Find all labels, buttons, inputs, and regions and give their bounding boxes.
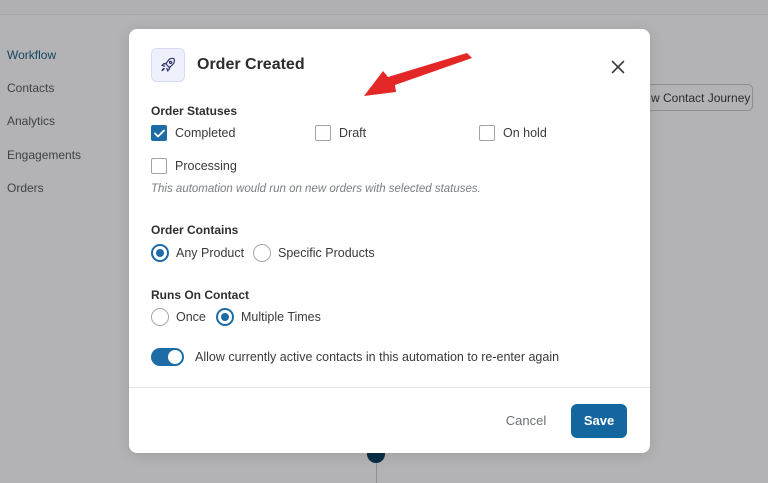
status-draft-checkbox[interactable]: Draft xyxy=(315,125,366,141)
order-contains-label: Order Contains xyxy=(151,223,239,237)
checkbox-box xyxy=(151,158,167,174)
multiple-times-radio[interactable]: Multiple Times xyxy=(216,308,321,326)
status-completed-checkbox[interactable]: Completed xyxy=(151,125,235,141)
once-radio[interactable]: Once xyxy=(151,308,206,326)
checkbox-box xyxy=(479,125,495,141)
checkbox-box xyxy=(315,125,331,141)
order-created-modal: Order Created Order Statuses Completed D… xyxy=(129,29,650,453)
top-bar xyxy=(0,0,768,15)
radio-label: Once xyxy=(176,310,206,324)
sidebar-item-orders[interactable]: Orders xyxy=(7,181,44,195)
radio-dot xyxy=(216,308,234,326)
checkbox-label: On hold xyxy=(503,126,547,140)
specific-products-radio[interactable]: Specific Products xyxy=(253,244,375,262)
order-statuses-hint: This automation would run on new orders … xyxy=(151,183,481,195)
sidebar-item-analytics[interactable]: Analytics xyxy=(7,114,55,128)
order-statuses-label: Order Statuses xyxy=(151,104,238,118)
checkbox-check-icon xyxy=(151,125,167,141)
footer-divider xyxy=(129,387,650,388)
checkbox-label: Completed xyxy=(175,126,236,140)
radio-label: Multiple Times xyxy=(241,310,321,324)
reenter-toggle-label: Allow currently active contacts in this … xyxy=(195,350,560,364)
any-product-radio[interactable]: Any Product xyxy=(151,244,244,262)
status-processing-checkbox[interactable]: Processing xyxy=(151,158,237,174)
checkbox-label: Processing xyxy=(175,159,237,173)
runs-on-contact-label: Runs On Contact xyxy=(151,288,249,302)
cancel-button[interactable]: Cancel xyxy=(493,406,559,436)
radio-dot xyxy=(151,244,169,262)
sidebar-item-workflow[interactable]: Workflow xyxy=(7,48,56,62)
radio-dot xyxy=(253,244,271,262)
checkbox-label: Draft xyxy=(339,126,367,140)
radio-label: Any Product xyxy=(176,246,245,260)
close-icon[interactable] xyxy=(607,56,629,78)
reenter-toggle-row: Allow currently active contacts in this … xyxy=(151,348,559,366)
save-button[interactable]: Save xyxy=(571,404,627,438)
rocket-icon xyxy=(151,48,185,82)
reenter-toggle[interactable] xyxy=(151,348,184,366)
modal-title: Order Created xyxy=(197,56,305,73)
sidebar-item-engagements[interactable]: Engagements xyxy=(7,148,81,162)
radio-dot xyxy=(151,308,169,326)
status-on-hold-checkbox[interactable]: On hold xyxy=(479,125,547,141)
radio-label: Specific Products xyxy=(278,246,375,260)
sidebar-item-contacts[interactable]: Contacts xyxy=(7,81,54,95)
